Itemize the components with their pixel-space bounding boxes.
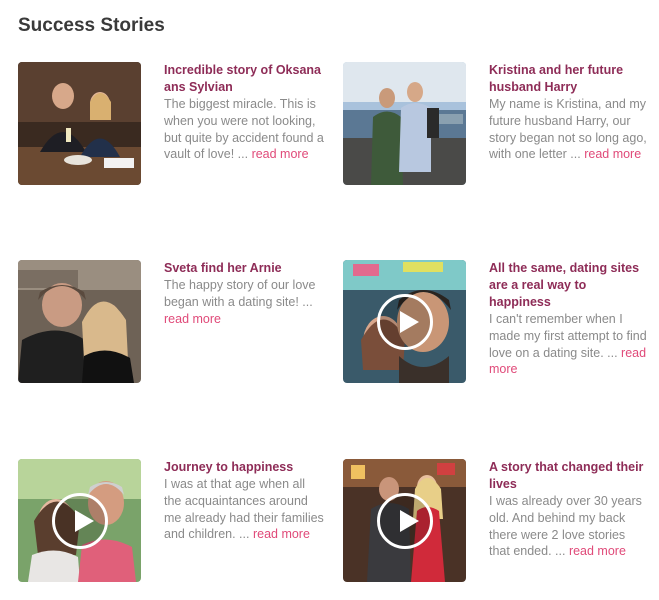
story-excerpt: I was already over 30 years old. And beh… bbox=[489, 493, 649, 560]
play-icon[interactable] bbox=[51, 492, 108, 549]
play-icon[interactable] bbox=[376, 293, 433, 350]
section-title: Success Stories bbox=[18, 15, 165, 36]
read-more-link[interactable]: read more bbox=[164, 312, 221, 326]
story-photo[interactable] bbox=[18, 62, 141, 185]
story-card: Kristina and her future husband Harry My… bbox=[343, 62, 653, 192]
story-video-thumbnail[interactable] bbox=[18, 459, 141, 582]
story-title-link[interactable]: All the same, dating sites are a real wa… bbox=[489, 260, 649, 311]
couple-photo-image bbox=[18, 260, 141, 383]
story-excerpt: My name is Kristina, and my future husba… bbox=[489, 96, 649, 163]
play-icon[interactable] bbox=[376, 492, 433, 549]
story-title-link[interactable]: Journey to happiness bbox=[164, 459, 324, 476]
story-card: Sveta find her Arnie The happy story of … bbox=[18, 260, 328, 390]
read-more-link[interactable]: read more bbox=[253, 527, 310, 541]
story-title-link[interactable]: A story that changed their lives bbox=[489, 459, 649, 493]
story-photo[interactable] bbox=[18, 260, 141, 383]
story-video-thumbnail[interactable] bbox=[343, 459, 466, 582]
story-title-link[interactable]: Kristina and her future husband Harry bbox=[489, 62, 649, 96]
read-more-link[interactable]: read more bbox=[569, 544, 626, 558]
ellipsis: ... bbox=[234, 147, 252, 162]
story-card: Incredible story of Oksana ans Sylvian T… bbox=[18, 62, 328, 192]
couple-photo-image bbox=[343, 62, 466, 185]
ellipsis: ... bbox=[566, 147, 585, 162]
ellipsis: ... bbox=[551, 544, 569, 559]
story-excerpt: I was at that age when all the acquainta… bbox=[164, 476, 324, 543]
ellipsis: ... bbox=[603, 345, 622, 360]
story-title-link[interactable]: Incredible story of Oksana ans Sylvian bbox=[164, 62, 324, 96]
couple-photo-image bbox=[18, 62, 141, 185]
story-title-link[interactable]: Sveta find her Arnie bbox=[164, 260, 324, 277]
story-card: All the same, dating sites are a real wa… bbox=[343, 260, 653, 390]
ellipsis: ... bbox=[298, 294, 313, 309]
story-photo[interactable] bbox=[343, 62, 466, 185]
ellipsis: ... bbox=[235, 527, 253, 542]
story-excerpt: The happy story of our love began with a… bbox=[164, 277, 324, 327]
story-card: A story that changed their lives I was a… bbox=[343, 459, 653, 589]
read-more-link[interactable]: read more bbox=[252, 147, 309, 161]
story-excerpt: I can't remember when I made my first at… bbox=[489, 311, 649, 378]
story-excerpt: The biggest miracle. This is when you we… bbox=[164, 96, 324, 163]
read-more-link[interactable]: read more bbox=[584, 147, 641, 161]
story-card: Journey to happiness I was at that age w… bbox=[18, 459, 328, 589]
story-video-thumbnail[interactable] bbox=[343, 260, 466, 383]
excerpt-text: The happy story of our love began with a… bbox=[164, 278, 316, 309]
